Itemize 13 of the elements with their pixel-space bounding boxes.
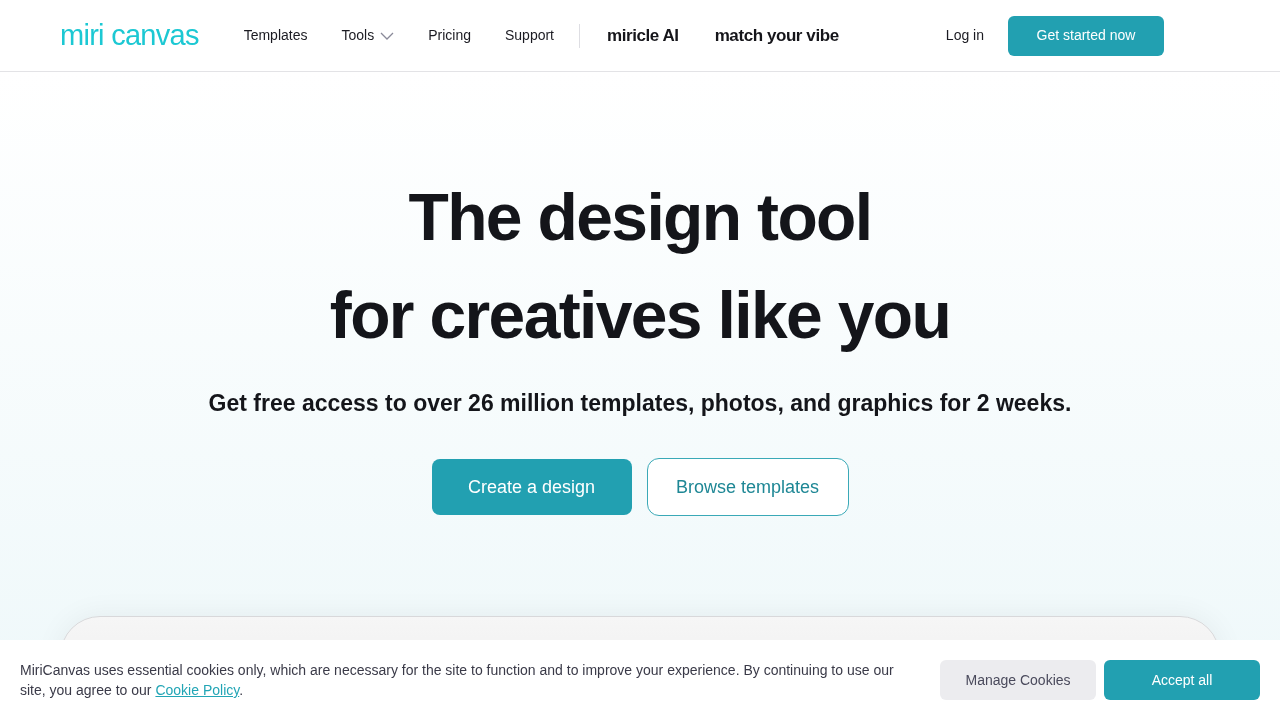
chevron-down-icon: [380, 31, 395, 40]
browse-templates-button[interactable]: Browse templates: [646, 458, 849, 516]
nav-link[interactable]: Templates: [243, 25, 308, 46]
hero-subtitle: Get free access to over 26 million templates, photos, and graphics for 2 weeks.: [208, 389, 1072, 418]
nav-link[interactable]: Tools: [341, 25, 395, 46]
nav-link[interactable]: Support: [504, 25, 554, 46]
login-link[interactable]: Log in: [945, 25, 984, 46]
manage-cookies-button[interactable]: Manage Cookies: [940, 660, 1096, 700]
hero-title: The design tool for creatives like you: [329, 179, 951, 354]
brand-link[interactable]: miricle AI: [607, 22, 679, 49]
cookie-notice-text: MiriCanvas uses essential cookies only, which are necessary for the site to function and to improve your experience. By continuing to use our site, you agree to our Cookie Policy.: [20, 661, 895, 700]
nav-link[interactable]: Pricing: [428, 25, 471, 46]
brand-link[interactable]: match your vibe: [714, 22, 839, 49]
